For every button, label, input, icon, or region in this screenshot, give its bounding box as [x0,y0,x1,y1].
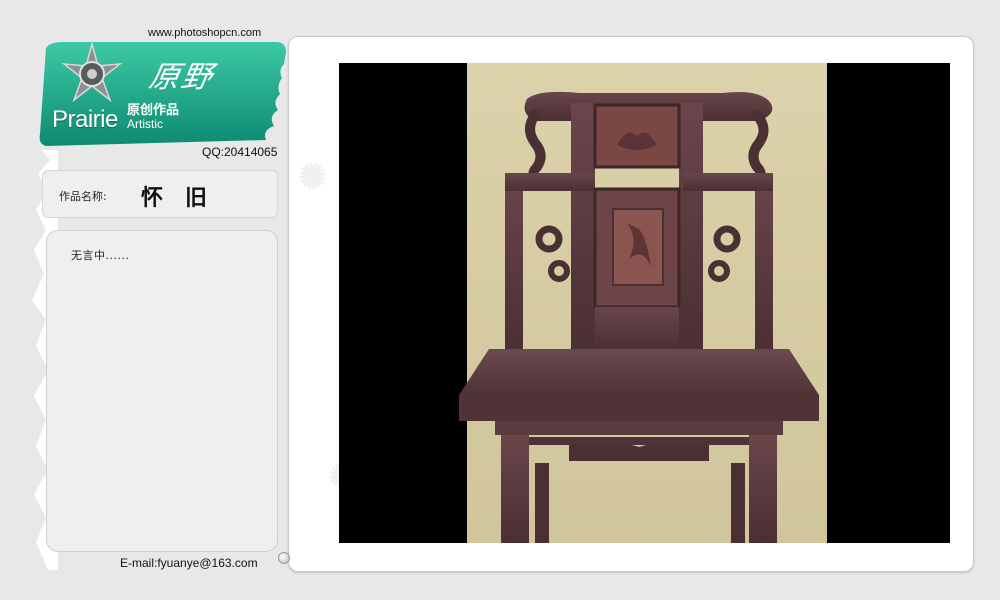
email-link[interactable]: E-mail:fyuanye@163.com [120,556,258,570]
brand-cn-calligraphy: 原野 [146,60,217,95]
brand-cn-subtitle: 原创作品 [127,103,180,118]
work-title-label: 作品名称: [59,190,107,203]
website-url[interactable]: www.photoshopcn.com [148,27,261,39]
round-button-icon[interactable] [278,552,290,564]
qq-number: QQ:20414065 [202,145,278,159]
work-description-box: 无言中...... [46,230,278,552]
brand-subtitle: Artistic [127,117,163,131]
artwork-panel: ✺ ✺ ✺ [288,36,974,572]
watermark: ✺ [291,153,336,201]
work-title: 怀旧 [141,186,230,211]
page: ✺ ✺ ✺ [0,0,1000,600]
brand-name: Prairie [52,106,118,133]
work-description: 无言中...... [71,249,130,262]
chair-image [459,63,827,543]
work-title-box: 作品名称: 怀旧 [42,170,278,218]
artwork-image [339,63,950,543]
